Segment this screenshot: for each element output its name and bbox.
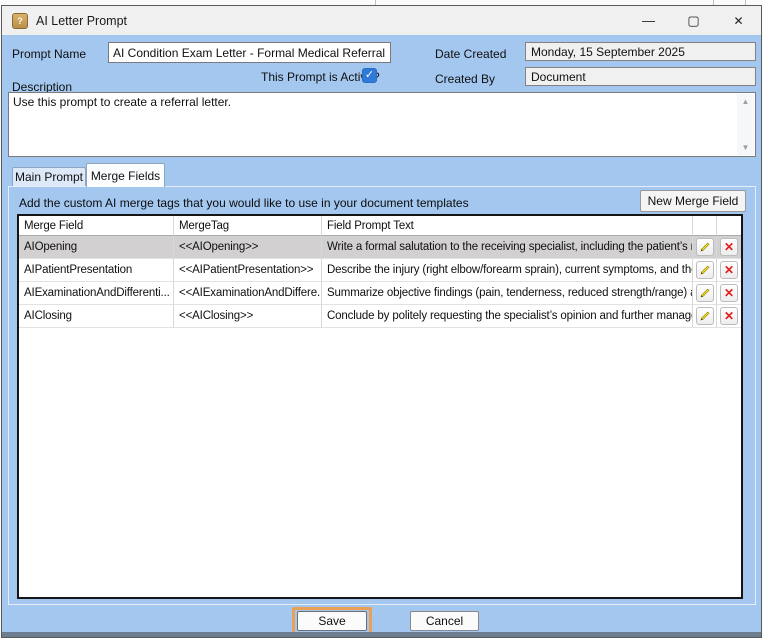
delete-row-button[interactable]: ✕ [720, 261, 738, 279]
description-text: Use this prompt to create a referral let… [13, 95, 733, 109]
tab-merge-fields[interactable]: Merge Fields [86, 163, 165, 187]
created-by-label: Created By [435, 72, 495, 86]
column-header-merge-field[interactable]: Merge Field [19, 216, 174, 236]
table-row[interactable]: AIPatientPresentation <<AIPatientPresent… [19, 259, 741, 282]
edit-row-button[interactable] [696, 261, 714, 279]
save-button[interactable]: Save [297, 611, 367, 631]
cell-merge-tag[interactable]: <<AIOpening>> [174, 236, 322, 259]
new-merge-field-button[interactable]: New Merge Field [640, 190, 746, 212]
cell-merge-tag[interactable]: <<AIPatientPresentation>> [174, 259, 322, 282]
table-row[interactable]: AIExaminationAndDifferenti... <<AIExamin… [19, 282, 741, 305]
delete-row-button[interactable]: ✕ [720, 238, 738, 256]
date-created-field: Monday, 15 September 2025 [525, 42, 756, 61]
delete-icon: ✕ [724, 287, 734, 299]
scroll-down-icon[interactable]: ▼ [737, 140, 754, 155]
column-header-delete [717, 216, 741, 236]
prompt-name-input[interactable] [108, 42, 391, 63]
maximize-icon: ▢ [687, 13, 699, 29]
delete-row-button[interactable]: ✕ [720, 307, 738, 325]
window-bottom-edge [2, 632, 761, 637]
save-button-focus-ring: Save [292, 607, 372, 635]
cell-merge-field[interactable]: AIOpening [19, 236, 174, 259]
delete-icon: ✕ [724, 264, 734, 276]
merge-tags-instruction: Add the custom AI merge tags that you wo… [19, 196, 469, 210]
pencil-icon [699, 287, 711, 299]
cell-merge-field[interactable]: AIClosing [19, 305, 174, 328]
cell-prompt-text[interactable]: Conclude by politely requesting the spec… [322, 305, 693, 328]
prompt-active-checkbox[interactable]: ✓ [362, 68, 377, 83]
column-header-prompt-text[interactable]: Field Prompt Text [322, 216, 693, 236]
column-header-merge-tag[interactable]: MergeTag [174, 216, 322, 236]
desktop-background: ? AI Letter Prompt — ▢ ✕ Prompt Name Dat… [0, 0, 763, 638]
cancel-button[interactable]: Cancel [410, 611, 479, 631]
edit-row-button[interactable] [696, 307, 714, 325]
pencil-icon [699, 310, 711, 322]
cell-merge-field[interactable]: AIExaminationAndDifferenti... [19, 282, 174, 305]
created-by-field: Document [525, 67, 756, 86]
tab-main-prompt[interactable]: Main Prompt [12, 167, 86, 186]
cell-prompt-text[interactable]: Write a formal salutation to the receivi… [322, 236, 693, 259]
pencil-icon [699, 241, 711, 253]
column-header-edit [693, 216, 717, 236]
edit-row-button[interactable] [696, 238, 714, 256]
tab-main-prompt-label: Main Prompt [15, 170, 83, 184]
app-icon: ? [12, 13, 28, 29]
cell-prompt-text[interactable]: Describe the injury (right elbow/forearm… [322, 259, 693, 282]
tab-merge-fields-label: Merge Fields [91, 169, 160, 183]
cell-merge-field[interactable]: AIPatientPresentation [19, 259, 174, 282]
window-controls: — ▢ ✕ [626, 6, 761, 35]
description-textarea[interactable]: Use this prompt to create a referral let… [8, 92, 756, 157]
table-row[interactable]: AIClosing <<AIClosing>> Conclude by poli… [19, 305, 741, 328]
close-icon: ✕ [733, 14, 743, 28]
window-title: AI Letter Prompt [36, 14, 127, 28]
dialog-body: Prompt Name Date Created Monday, 15 Sept… [2, 35, 761, 637]
cell-merge-tag[interactable]: <<AIClosing>> [174, 305, 322, 328]
ai-letter-prompt-dialog: ? AI Letter Prompt — ▢ ✕ Prompt Name Dat… [1, 5, 762, 638]
grid-header-row: Merge Field MergeTag Field Prompt Text [19, 216, 741, 236]
minimize-icon: — [642, 13, 655, 28]
minimize-button[interactable]: — [626, 6, 671, 35]
cell-prompt-text[interactable]: Summarize objective findings (pain, tend… [322, 282, 693, 305]
date-created-label: Date Created [435, 47, 506, 61]
checkmark-icon: ✓ [365, 69, 374, 81]
delete-row-button[interactable]: ✕ [720, 284, 738, 302]
table-row[interactable]: AIOpening <<AIOpening>> Write a formal s… [19, 236, 741, 259]
prompt-name-label: Prompt Name [12, 47, 86, 61]
merge-fields-grid: Merge Field MergeTag Field Prompt Text A… [17, 214, 743, 599]
titlebar: ? AI Letter Prompt — ▢ ✕ [2, 6, 761, 35]
delete-icon: ✕ [724, 310, 734, 322]
maximize-button[interactable]: ▢ [671, 6, 716, 35]
cell-merge-tag[interactable]: <<AIExaminationAndDiffere... [174, 282, 322, 305]
edit-row-button[interactable] [696, 284, 714, 302]
merge-fields-tabpage: Add the custom AI merge tags that you wo… [8, 186, 756, 605]
description-scrollbar[interactable]: ▲ ▼ [737, 94, 754, 155]
scroll-up-icon[interactable]: ▲ [737, 94, 754, 109]
delete-icon: ✕ [724, 241, 734, 253]
close-button[interactable]: ✕ [716, 6, 761, 35]
pencil-icon [699, 264, 711, 276]
